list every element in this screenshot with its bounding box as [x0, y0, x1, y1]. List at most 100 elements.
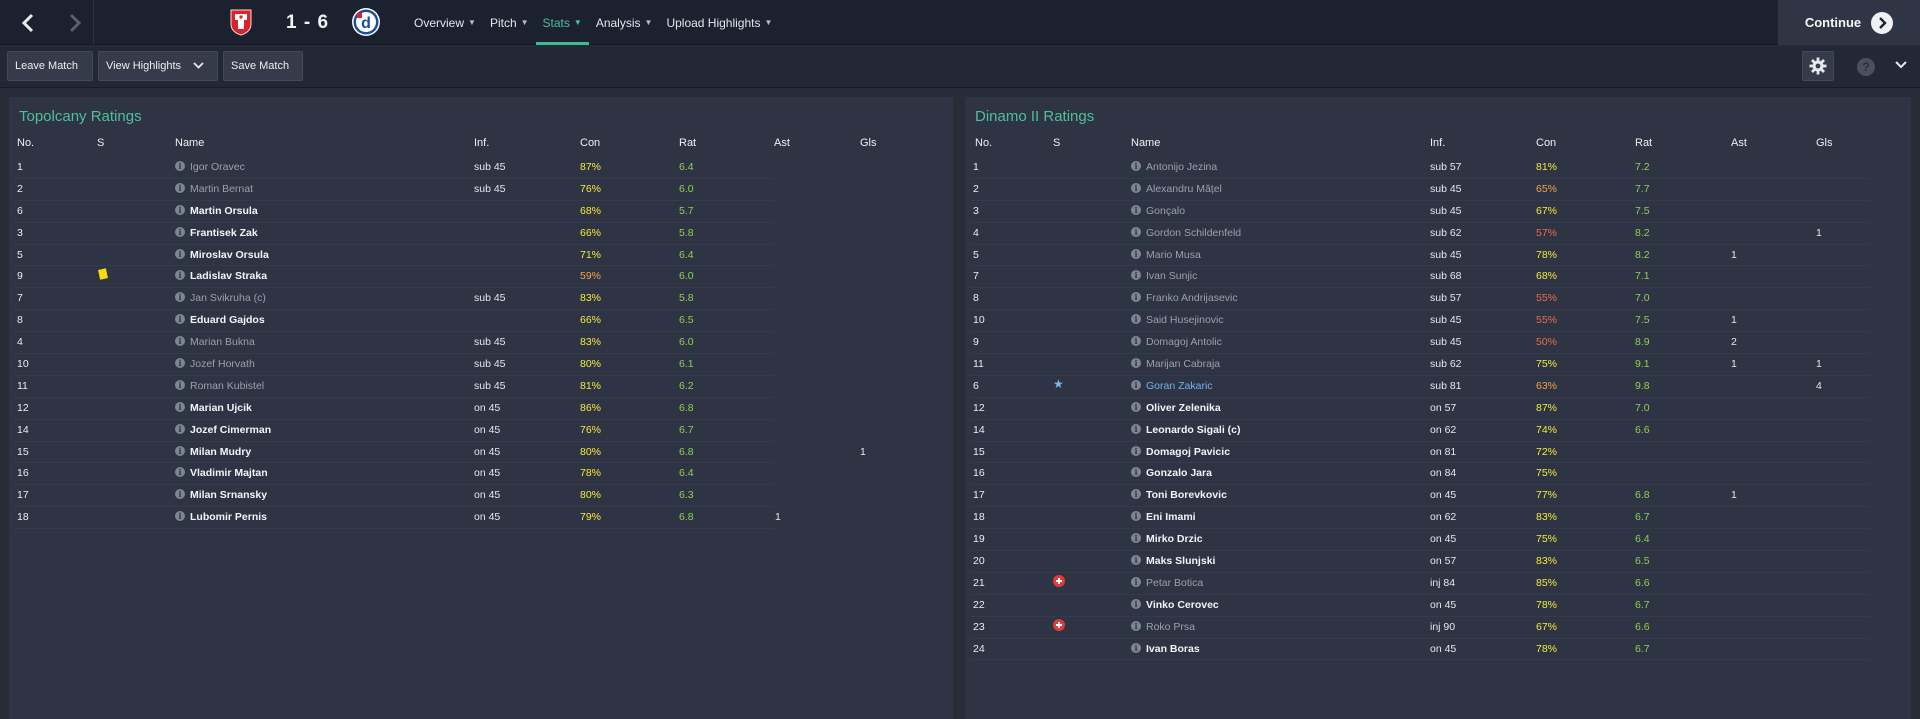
player-name[interactable]: Marian Bukna — [190, 336, 255, 348]
player-row[interactable]: 18 i Eni Imami on 62 83% 6.7 — [971, 507, 1869, 530]
col-ast[interactable]: Ast — [774, 137, 790, 149]
info-icon[interactable]: i — [175, 467, 185, 478]
player-name[interactable]: Jozef Cimerman — [190, 424, 271, 436]
player-row[interactable]: 16 i Vladimir Majtan on 45 78% 6.4 — [15, 463, 773, 486]
info-icon[interactable]: i — [1131, 423, 1141, 434]
player-row[interactable]: 5 i Miroslav Orsula 71% 6.4 — [15, 245, 773, 267]
player-row[interactable]: 14 i Jozef Cimerman on 45 76% 6.7 — [15, 420, 773, 442]
player-name[interactable]: Alexandru Mățel — [1146, 183, 1222, 195]
player-name[interactable]: Maks Slunjski — [1146, 555, 1215, 567]
player-row[interactable]: 17 i Toni Borevkovic on 45 77% 6.8 1 — [971, 485, 1869, 508]
info-icon[interactable]: i — [1131, 642, 1141, 653]
info-icon[interactable]: i — [1131, 533, 1141, 544]
player-name[interactable]: Domagoj Antolic — [1146, 336, 1222, 348]
player-row[interactable]: 16 i Gonzalo Jara on 84 75% — [971, 463, 1869, 486]
info-icon[interactable]: i — [1131, 248, 1141, 259]
col-rat[interactable]: Rat — [679, 137, 696, 149]
player-name[interactable]: Mirko Drzic — [1146, 533, 1203, 545]
player-row[interactable]: 10 i Said Husejinovic sub 45 55% 7.5 1 — [971, 310, 1869, 333]
info-icon[interactable]: i — [1131, 401, 1141, 412]
player-row[interactable]: 3 i Gonçalo sub 45 67% 7.5 — [971, 201, 1869, 223]
player-row[interactable]: 7 i Ivan Sunjic sub 68 68% 7.1 — [971, 266, 1869, 289]
player-name[interactable]: Franko Andrijasevic — [1146, 292, 1238, 304]
col-rat[interactable]: Rat — [1635, 137, 1652, 149]
player-row[interactable]: 14 i Leonardo Sigali (c) on 62 74% 6.6 — [971, 420, 1869, 442]
player-row[interactable]: 23 i Roko Prsa inj 90 67% 6.6 — [971, 617, 1869, 639]
info-icon[interactable]: i — [1131, 314, 1141, 325]
info-icon[interactable]: i — [1131, 576, 1141, 587]
player-name[interactable]: Gonzalo Jara — [1146, 467, 1212, 479]
info-icon[interactable]: i — [175, 445, 185, 456]
player-row[interactable]: 3 i Frantisek Zak 66% 5.8 — [15, 223, 773, 245]
player-row[interactable]: 5 i Mario Musa sub 45 78% 8.2 1 — [971, 245, 1869, 267]
player-name[interactable]: Milan Mudry — [190, 446, 251, 458]
menu-analysis[interactable]: Analysis ▼ — [589, 0, 660, 45]
player-row[interactable]: 1 i Igor Oravec sub 45 87% 6.4 — [15, 157, 773, 179]
player-name[interactable]: Toni Borevkovic — [1146, 489, 1227, 501]
info-icon[interactable]: i — [1131, 161, 1141, 171]
player-row[interactable]: 9 i Ladislav Straka 59% 6.0 — [15, 266, 773, 289]
player-name[interactable]: Gordon Schildenfeld — [1146, 227, 1241, 239]
player-name[interactable]: Gonçalo — [1146, 205, 1185, 217]
info-icon[interactable]: i — [1131, 467, 1141, 478]
player-row[interactable]: 12 i Marian Ujcik on 45 86% 6.8 — [15, 398, 773, 420]
player-name[interactable]: Roko Prsa — [1146, 621, 1195, 633]
player-row[interactable]: 24 i Ivan Boras on 45 78% 6.7 — [971, 639, 1869, 661]
menu-upload-highlights[interactable]: Upload Highlights ▼ — [659, 0, 779, 45]
player-row[interactable]: 19 i Mirko Drzic on 45 75% 6.4 — [971, 529, 1869, 552]
player-name[interactable]: Eni Imami — [1146, 511, 1196, 523]
info-icon[interactable]: i — [175, 511, 185, 522]
player-row[interactable]: 9 i Domagoj Antolic sub 45 50% 8.9 2 — [971, 332, 1869, 355]
col-no[interactable]: No. — [975, 137, 992, 149]
info-icon[interactable]: i — [175, 336, 185, 347]
player-row[interactable]: 11 i Roman Kubistel sub 45 81% 6.2 — [15, 376, 773, 398]
player-row[interactable]: 4 i Gordon Schildenfeld sub 62 57% 8.2 1 — [971, 223, 1869, 245]
player-row[interactable]: 8 i Eduard Gajdos 66% 6.5 — [15, 310, 773, 333]
info-icon[interactable]: i — [175, 314, 185, 325]
info-icon[interactable]: i — [1131, 555, 1141, 566]
info-icon[interactable]: i — [1131, 620, 1141, 631]
player-name[interactable]: Ladislav Straka — [190, 270, 267, 282]
info-icon[interactable]: i — [175, 270, 185, 281]
player-row[interactable]: 18 i Lubomir Pernis on 45 79% 6.8 1 — [15, 507, 781, 530]
info-icon[interactable]: i — [1131, 182, 1141, 193]
info-icon[interactable]: i — [175, 204, 185, 215]
info-icon[interactable]: i — [175, 182, 185, 193]
home-team-crest[interactable] — [229, 8, 253, 36]
player-name[interactable]: Vladimir Majtan — [190, 467, 268, 479]
menu-overview[interactable]: Overview ▼ — [407, 0, 483, 45]
player-name[interactable]: Marijan Cabraja — [1146, 358, 1220, 370]
player-name[interactable]: Leonardo Sigali (c) — [1146, 424, 1241, 436]
player-row[interactable]: 1 i Antonijo Jezina sub 57 81% 7.2 — [971, 157, 1869, 179]
info-icon[interactable]: i — [1131, 511, 1141, 522]
info-icon[interactable]: i — [175, 401, 185, 412]
player-row[interactable]: 12 i Oliver Zelenika on 57 87% 7.0 — [971, 398, 1869, 420]
player-name[interactable]: Vinko Cerovec — [1146, 599, 1219, 611]
col-con[interactable]: Con — [580, 137, 600, 149]
col-inf[interactable]: Inf. — [474, 137, 489, 149]
player-name[interactable]: Martin Bernat — [190, 183, 253, 195]
info-icon[interactable]: i — [1131, 379, 1141, 390]
player-row[interactable]: 6 i Martin Orsula 68% 5.7 — [15, 201, 773, 223]
player-row[interactable]: 2 i Alexandru Mățel sub 45 65% 7.7 — [971, 179, 1869, 201]
player-name[interactable]: Jozef Horvath — [190, 358, 255, 370]
player-row[interactable]: 2 i Martin Bernat sub 45 76% 6.0 — [15, 179, 773, 201]
settings-button[interactable] — [1802, 51, 1834, 81]
col-gls[interactable]: Gls — [1816, 137, 1833, 149]
player-name[interactable]: Domagoj Pavicic — [1146, 446, 1230, 458]
player-name[interactable]: Frantisek Zak — [190, 227, 258, 239]
player-name[interactable]: Ivan Boras — [1146, 643, 1200, 655]
info-icon[interactable]: i — [175, 379, 185, 390]
info-icon[interactable]: i — [1131, 292, 1141, 303]
info-icon[interactable]: i — [1131, 336, 1141, 347]
player-name[interactable]: Martin Orsula — [190, 205, 258, 217]
info-icon[interactable]: i — [1131, 445, 1141, 456]
continue-button[interactable]: Continue — [1778, 0, 1920, 45]
player-row[interactable]: 20 i Maks Slunjski on 57 83% 6.5 — [971, 551, 1869, 573]
col-s[interactable]: S — [97, 137, 104, 149]
player-name[interactable]: Goran Zakaric — [1146, 380, 1213, 392]
player-row[interactable]: 15 i Domagoj Pavicic on 81 72% — [971, 442, 1869, 464]
away-team-crest[interactable]: d — [351, 7, 381, 37]
forward-button[interactable] — [52, 0, 97, 45]
col-no[interactable]: No. — [17, 137, 34, 149]
